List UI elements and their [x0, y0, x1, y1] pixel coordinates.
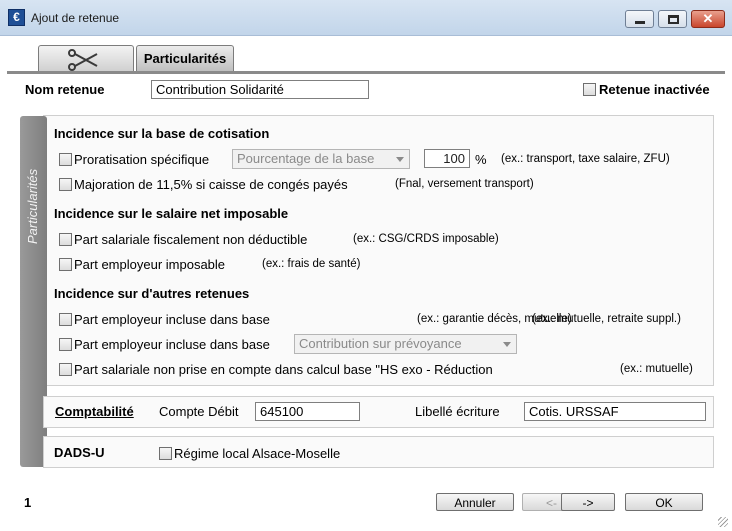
compte-debit-input[interactable]: 645100 [255, 402, 360, 421]
nom-retenue-label: Nom retenue [25, 82, 105, 97]
tab-particularites[interactable]: Particularités [136, 45, 234, 72]
dads-heading: DADS-U [54, 445, 105, 460]
maximize-icon [668, 15, 679, 24]
nom-retenue-input[interactable]: Contribution Solidarité [151, 80, 369, 99]
part-salariale-hint: (ex.: CSG/CRDS imposable) [353, 233, 499, 245]
particularites-side-label: Particularités [25, 168, 40, 244]
proratisation-label: Proratisation spécifique [74, 152, 210, 167]
majoration-label: Majoration de 11,5% si caisse de congés … [74, 177, 348, 192]
tab-particularites-label: Particularités [143, 51, 227, 66]
resize-grip-icon[interactable] [718, 517, 728, 527]
majoration-checkbox[interactable] [59, 178, 72, 191]
annuler-button[interactable]: Annuler [436, 493, 514, 511]
regime-alsace-moselle-label: Régime local Alsace-Moselle [174, 446, 341, 461]
incluse-base-1-hint-b: (ex.: mutuelle, retraite suppl.) [532, 313, 681, 325]
chevron-down-icon [503, 342, 511, 347]
part-employeur-imposable-checkbox[interactable] [59, 258, 72, 271]
close-button[interactable]: ✕ [691, 10, 725, 28]
pourcentage-input[interactable]: 100 [424, 149, 470, 168]
incluse-base-1-label: Part employeur incluse dans base [74, 312, 270, 327]
non-prise-label: Part salariale non prise en compte dans … [74, 362, 493, 377]
next-button[interactable]: -> [561, 493, 615, 511]
tab-divider [7, 71, 725, 74]
ok-button[interactable]: OK [625, 493, 703, 511]
salaire-net-heading: Incidence sur le salaire net imposable [54, 206, 289, 221]
incluse-base-1-checkbox[interactable] [59, 313, 72, 326]
proratisation-select[interactable]: Pourcentage de la base [232, 149, 410, 169]
app-euro-icon: € [8, 9, 25, 26]
proratisation-checkbox[interactable] [59, 153, 72, 166]
tab-general[interactable] [38, 45, 134, 72]
pourcentage-unit: % [475, 152, 487, 167]
retenue-inactivee-checkbox[interactable] [583, 83, 596, 96]
incluse-base-2-select[interactable]: Contribution sur prévoyance [294, 334, 517, 354]
compte-debit-label: Compte Débit [159, 404, 239, 419]
non-prise-checkbox[interactable] [59, 363, 72, 376]
chevron-down-icon [396, 157, 404, 162]
incluse-base-2-checkbox[interactable] [59, 338, 72, 351]
proratisation-hint: (ex.: transport, taxe salaire, ZFU) [501, 153, 670, 165]
retenue-inactivee-label: Retenue inactivée [599, 82, 710, 97]
non-prise-hint: (ex.: mutuelle) [620, 363, 693, 375]
autres-retenues-heading: Incidence sur d'autres retenues [54, 286, 250, 301]
libelle-ecriture-input[interactable]: Cotis. URSSAF [524, 402, 706, 421]
page-number: 1 [24, 495, 32, 510]
regime-alsace-moselle-checkbox[interactable] [159, 447, 172, 460]
libelle-ecriture-label: Libellé écriture [415, 404, 500, 419]
minimize-icon [635, 21, 645, 24]
maximize-button[interactable] [658, 10, 687, 28]
title-bar: € Ajout de retenue ✕ [0, 0, 732, 36]
incluse-base-2-label: Part employeur incluse dans base [74, 337, 270, 352]
part-employeur-hint: (ex.: frais de santé) [262, 258, 361, 270]
window-title: Ajout de retenue [31, 11, 120, 25]
incluse-base-2-select-value: Contribution sur prévoyance [299, 336, 462, 351]
part-employeur-imposable-label: Part employeur imposable [74, 257, 226, 272]
proratisation-select-value: Pourcentage de la base [237, 151, 375, 166]
comptabilite-heading[interactable]: Comptabilité [55, 404, 134, 419]
scissors-icon [68, 49, 98, 71]
dads-group [43, 436, 714, 468]
part-salariale-non-deductible-label: Part salariale fiscalement non déductibl… [74, 232, 308, 247]
part-salariale-non-deductible-checkbox[interactable] [59, 233, 72, 246]
majoration-hint: (Fnal, versement transport) [395, 178, 534, 190]
close-icon: ✕ [702, 11, 714, 26]
minimize-button[interactable] [625, 10, 654, 28]
dialog-body: Particularités Nom retenue Contribution … [7, 36, 725, 524]
base-cotisation-heading: Incidence sur la base de cotisation [54, 126, 270, 141]
